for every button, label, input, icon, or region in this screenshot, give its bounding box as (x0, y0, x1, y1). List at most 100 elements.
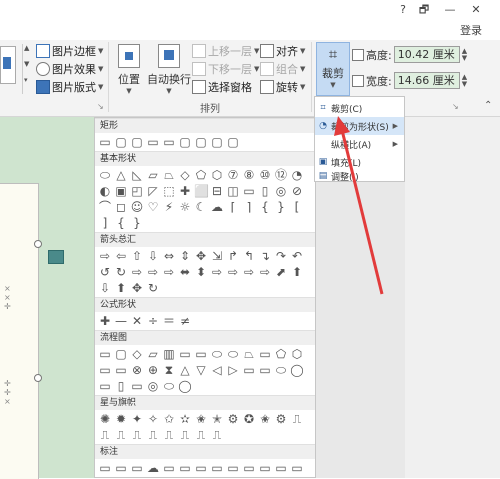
shape-option-icon[interactable]: ⇨ (130, 265, 144, 279)
restore-ribbon-button[interactable]: 🗗 (414, 2, 434, 18)
shape-option-icon[interactable]: } (130, 216, 144, 230)
shape-option-icon[interactable]: ✩ (162, 412, 176, 426)
shape-option-icon[interactable]: ✥ (130, 281, 144, 295)
shape-option-icon[interactable]: ☁ (210, 200, 224, 214)
shape-option-icon[interactable]: ⇧ (130, 249, 144, 263)
shape-option-icon[interactable]: ☾ (194, 200, 208, 214)
shape-option-icon[interactable]: ↷ (274, 249, 288, 263)
shape-option-icon[interactable]: ⧗ (162, 363, 176, 377)
shape-option-icon[interactable]: ◎ (146, 379, 160, 393)
picture-style-gallery[interactable] (0, 46, 16, 84)
wrap-text-button[interactable]: 自动换行 ▼ (146, 44, 192, 95)
shape-option-icon[interactable]: ⎍ (290, 412, 304, 426)
shape-option-icon[interactable]: ◸ (146, 184, 160, 198)
shape-option-icon[interactable]: ◇ (130, 347, 144, 361)
picture-effect-button[interactable]: 图片效果 ▼ (36, 60, 103, 78)
shape-option-icon[interactable]: ≠ (178, 314, 192, 328)
shape-option-icon[interactable]: ✚ (178, 184, 192, 198)
shape-option-icon[interactable]: ▢ (178, 135, 192, 149)
shape-option-icon[interactable]: ] (98, 216, 112, 230)
shape-option-icon[interactable]: ⬜ (194, 184, 209, 198)
shape-option-icon[interactable]: ⎍ (130, 428, 144, 442)
shape-option-icon[interactable]: ⬆ (114, 281, 128, 295)
shape-option-icon[interactable]: ↺ (98, 265, 112, 279)
shape-option-icon[interactable]: ⎍ (210, 428, 224, 442)
shape-option-icon[interactable]: ⌒ (98, 200, 112, 214)
resize-handle[interactable] (34, 374, 42, 382)
shape-option-icon[interactable]: ⇲ (210, 249, 224, 263)
shape-option-icon[interactable]: ⎍ (114, 428, 128, 442)
layout-options-icon[interactable] (48, 250, 64, 264)
shape-option-icon[interactable]: ⇩ (98, 281, 112, 295)
shape-option-icon[interactable]: ⊟ (210, 184, 224, 198)
shape-option-icon[interactable]: ▭ (130, 379, 144, 393)
shape-option-icon[interactable]: ◎ (274, 184, 288, 198)
shape-option-icon[interactable]: ✕ (130, 314, 144, 328)
shape-option-icon[interactable]: ▭ (98, 363, 112, 377)
height-spinner[interactable]: ▲ ▼ (462, 47, 467, 62)
shape-option-icon[interactable]: ▭ (210, 461, 224, 475)
shape-option-icon[interactable]: ÷ (146, 314, 160, 328)
help-button[interactable]: ? (393, 2, 413, 18)
height-input[interactable]: 10.42 厘米 (393, 46, 460, 63)
shape-option-icon[interactable]: ⬌ (178, 265, 192, 279)
shape-option-icon[interactable]: ⎍ (194, 428, 208, 442)
shape-option-icon[interactable]: ☁ (146, 461, 160, 475)
shape-option-icon[interactable]: ⬭ (162, 379, 176, 393)
shape-option-icon[interactable]: ▢ (226, 135, 240, 149)
shape-option-icon[interactable]: ⬠ (194, 168, 208, 182)
shape-option-icon[interactable]: ▯ (258, 184, 272, 198)
shape-option-icon[interactable]: ⇨ (146, 265, 160, 279)
shape-option-icon[interactable]: ✧ (146, 412, 160, 426)
shape-option-icon[interactable]: ▭ (114, 363, 128, 377)
shape-option-icon[interactable]: ⇨ (226, 265, 240, 279)
shape-option-icon[interactable]: ↻ (114, 265, 128, 279)
shape-option-icon[interactable]: ▢ (130, 135, 144, 149)
shape-option-icon[interactable]: ⊘ (290, 184, 304, 198)
shape-option-icon[interactable]: ▣ (114, 184, 128, 198)
shape-option-icon[interactable]: — (114, 314, 128, 328)
shape-option-icon[interactable]: ▭ (258, 347, 272, 361)
shape-option-icon[interactable]: ✪ (242, 412, 256, 426)
shape-option-icon[interactable]: ▢ (114, 347, 128, 361)
shape-option-icon[interactable]: ▭ (274, 461, 288, 475)
close-button[interactable]: ✕ (466, 2, 486, 18)
shape-option-icon[interactable]: ✦ (130, 412, 144, 426)
shape-option-icon[interactable]: ✹ (114, 412, 128, 426)
shape-option-icon[interactable]: ▭ (258, 363, 272, 377)
shape-option-icon[interactable]: ▭ (114, 461, 128, 475)
shape-option-icon[interactable]: ☺ (130, 200, 144, 214)
shape-option-icon[interactable]: ⊗ (130, 363, 144, 377)
gallery-scroll[interactable]: ▲ ▼ ▾ (22, 44, 33, 94)
shape-option-icon[interactable]: ▭ (194, 461, 208, 475)
shape-option-icon[interactable]: ▭ (178, 347, 192, 361)
shape-option-icon[interactable]: ✚ (98, 314, 112, 328)
shape-option-icon[interactable]: } (274, 200, 288, 214)
shape-option-icon[interactable]: ▭ (162, 135, 176, 149)
shape-option-icon[interactable]: ◐ (98, 184, 112, 198)
shape-option-icon[interactable]: ✬ (258, 412, 272, 426)
shape-option-icon[interactable]: ◯ (290, 363, 304, 377)
shape-option-icon[interactable]: ⬭ (98, 168, 112, 182)
shape-option-icon[interactable]: ▥ (162, 347, 176, 361)
shape-option-icon[interactable]: ⚡ (162, 200, 176, 214)
shape-option-icon[interactable]: ✺ (98, 412, 112, 426)
shape-option-icon[interactable]: ⑦ (226, 168, 240, 182)
shape-option-icon[interactable]: △ (178, 363, 192, 377)
shape-option-icon[interactable]: ⬚ (162, 184, 176, 198)
shape-option-icon[interactable]: ◯ (178, 379, 192, 393)
shape-option-icon[interactable]: ⑫ (274, 168, 288, 182)
shape-option-icon[interactable]: ⇨ (162, 265, 176, 279)
shape-option-icon[interactable]: ⇕ (178, 249, 192, 263)
login-link[interactable]: 登录 (460, 22, 482, 38)
shape-option-icon[interactable]: ⬈ (274, 265, 288, 279)
shape-option-icon[interactable]: ⏢ (162, 168, 176, 182)
collapse-ribbon-icon[interactable]: ⌃ (484, 100, 492, 111)
size-dialog-launcher-icon[interactable]: ↘ (452, 102, 459, 111)
rotate-button[interactable]: 旋转 ▼ (260, 78, 305, 96)
shape-option-icon[interactable]: ☼ (178, 200, 192, 214)
shape-option-icon[interactable]: ＝ (162, 314, 176, 328)
shape-option-icon[interactable]: ▭ (98, 461, 112, 475)
shape-option-icon[interactable]: ↻ (146, 281, 160, 295)
picture-border-button[interactable]: 图片边框 ▼ (36, 42, 103, 60)
